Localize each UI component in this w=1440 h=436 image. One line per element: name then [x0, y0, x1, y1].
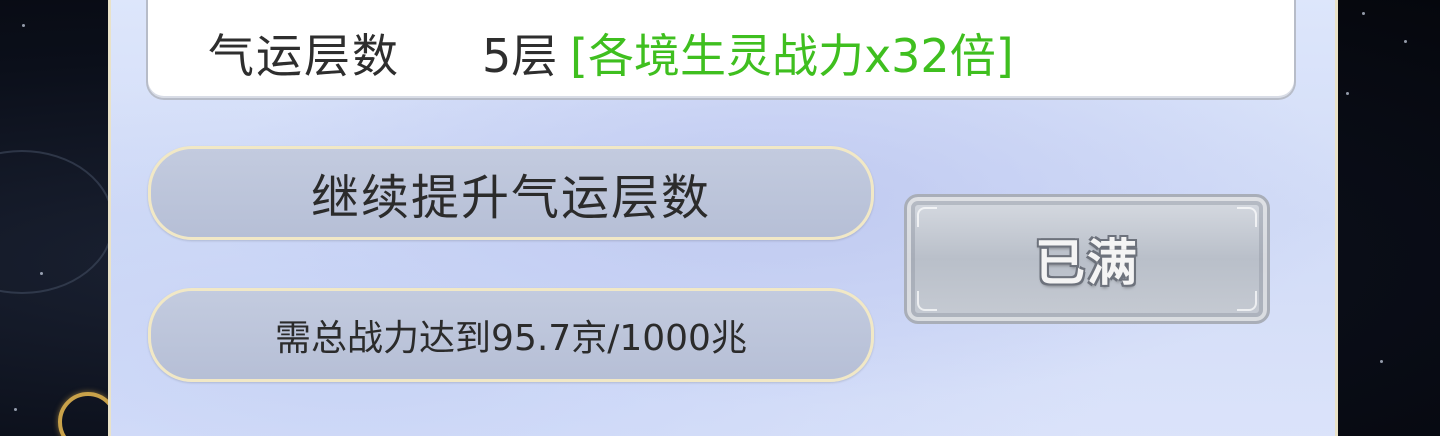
luck-level-value: 5层 — [482, 29, 558, 83]
corner-decoration — [917, 207, 937, 227]
background-star — [1404, 40, 1407, 43]
corner-decoration — [917, 291, 937, 311]
luck-level-bar: 气运层数 5层 [各境生灵战力x32倍] — [146, 0, 1296, 100]
luck-level-label: 气运层数 — [208, 29, 400, 83]
luck-bonus-text: [各境生灵战力x32倍] — [570, 29, 1014, 83]
background-star — [1380, 360, 1383, 363]
background-orbit — [0, 150, 114, 294]
background-star — [22, 24, 25, 27]
corner-decoration — [1237, 207, 1257, 227]
requirement-box: 需总战力达到95.7京/1000兆 — [148, 288, 874, 382]
maxed-button-label: 已满 — [1035, 234, 1139, 292]
upgrade-luck-button[interactable]: 继续提升气运层数 — [148, 146, 874, 240]
background-star — [1346, 92, 1349, 95]
upgrade-luck-label: 继续提升气运层数 — [310, 170, 711, 226]
requirement-text: 需总战力达到95.7京/1000兆 — [275, 318, 747, 359]
background-star — [1362, 12, 1365, 15]
background-star — [14, 408, 17, 411]
maxed-button[interactable]: 已满 — [904, 194, 1270, 324]
game-scene: 气运层数 5层 [各境生灵战力x32倍] 继续提升气运层数 需总战力达到95.7… — [0, 0, 1440, 436]
corner-decoration — [1237, 291, 1257, 311]
